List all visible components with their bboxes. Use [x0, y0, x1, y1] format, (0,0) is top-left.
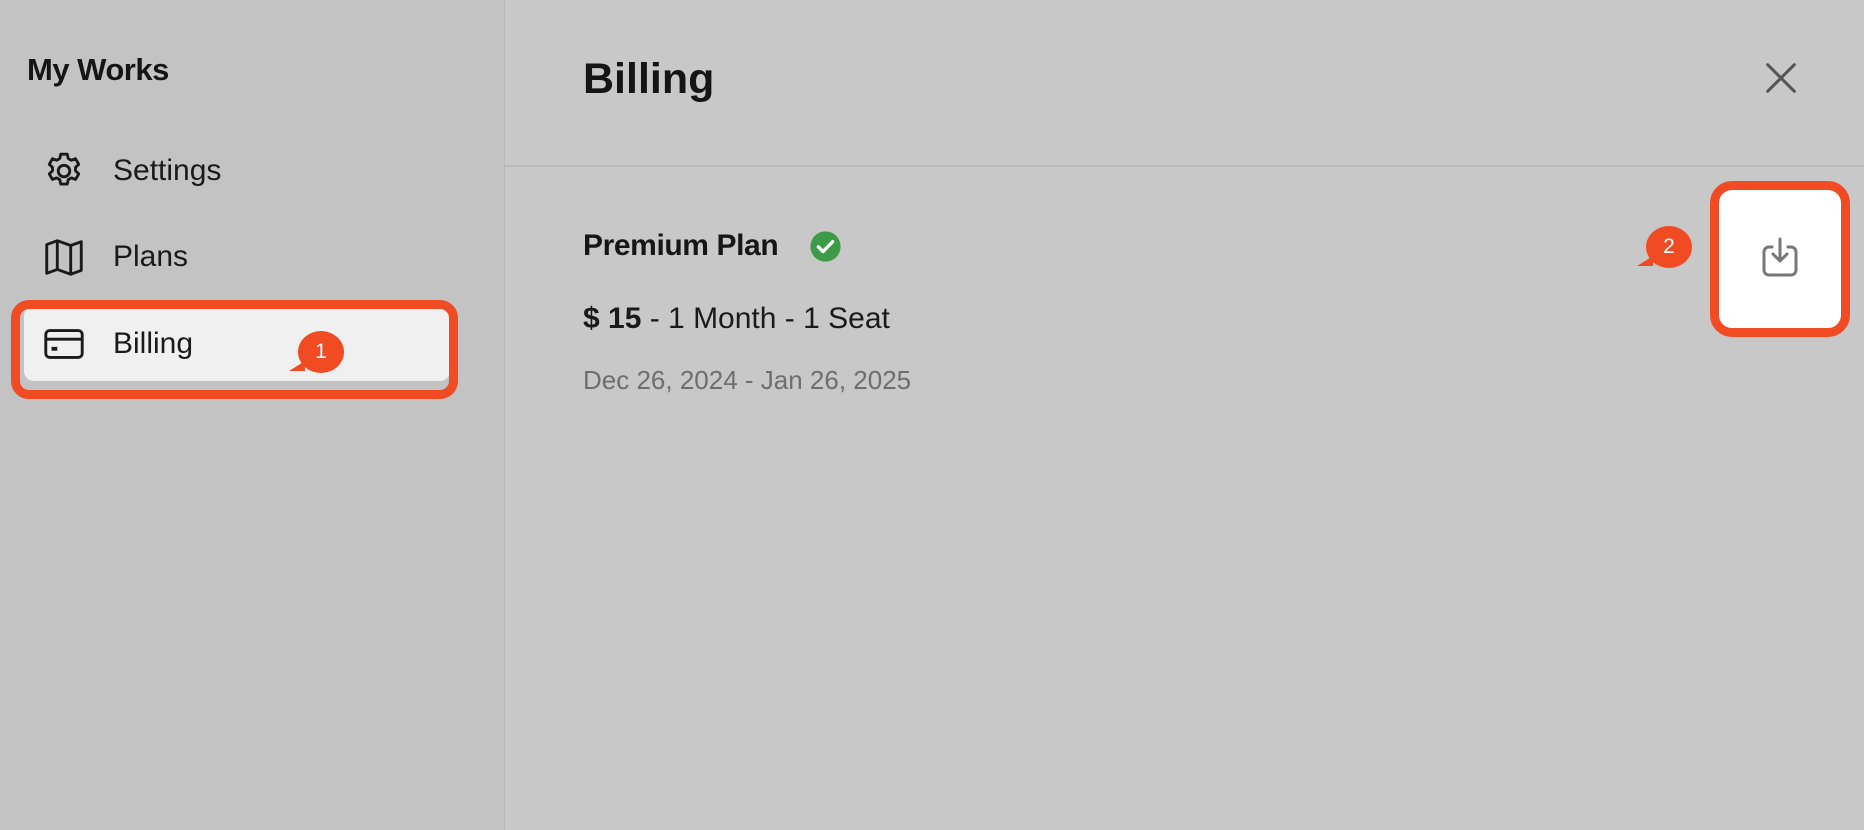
- plan-date-range: Dec 26, 2024 - Jan 26, 2025: [583, 365, 912, 395]
- annotation-marker-1: 1: [289, 331, 344, 373]
- plan-terms: - 1 Month - 1 Seat: [641, 302, 890, 335]
- map-icon: [41, 234, 87, 280]
- sidebar-item-plans[interactable]: Plans: [24, 219, 450, 294]
- gear-icon: [41, 148, 87, 194]
- close-button[interactable]: [1757, 56, 1805, 104]
- close-icon: [1761, 58, 1801, 103]
- sidebar: My Works Settings Plans Billing: [0, 0, 505, 830]
- plan-price-line: $ 15 - 1 Month - 1 Seat: [583, 302, 890, 336]
- annotation-marker-2: 2: [1637, 226, 1692, 268]
- app-title: My Works: [27, 52, 169, 87]
- plan-name: Premium Plan: [583, 229, 779, 262]
- plan-price: $ 15: [583, 302, 642, 335]
- main-header: Billing: [505, 0, 1864, 167]
- highlight-box-download: [1710, 181, 1850, 337]
- sidebar-item-settings[interactable]: Settings: [24, 133, 450, 208]
- check-circle-icon: [809, 230, 842, 263]
- highlight-box-billing: [11, 300, 458, 399]
- sidebar-item-label: Plans: [113, 239, 189, 273]
- page-title: Billing: [583, 55, 715, 103]
- sidebar-item-label: Settings: [113, 153, 222, 187]
